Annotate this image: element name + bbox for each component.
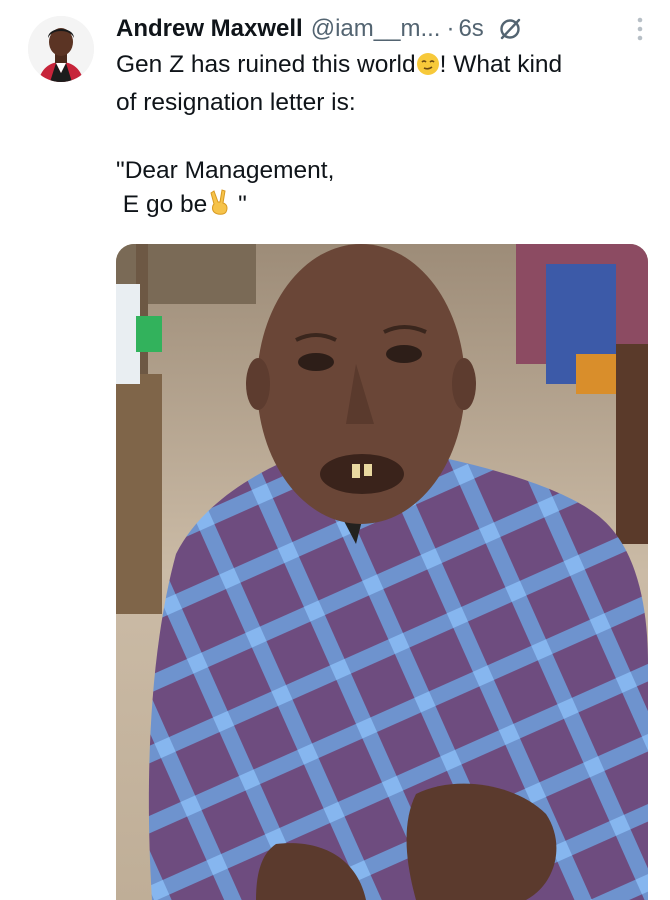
victory-hand-emoji — [207, 188, 231, 226]
quote-line-2: E go be " — [116, 188, 656, 226]
text-segment: ! What kind — [439, 51, 563, 78]
avatar[interactable] — [28, 16, 94, 82]
author-handle[interactable]: @iam__m... — [311, 15, 441, 43]
photo-man-plaid-shirt — [116, 244, 648, 900]
text-segment: " — [231, 191, 247, 218]
separator: · — [446, 15, 455, 42]
relieved-face-emoji — [416, 52, 440, 86]
timestamp[interactable]: 6s — [458, 15, 483, 43]
text-segment: E go be — [116, 191, 208, 218]
tweet-header: Andrew Maxwell @iam__m... · 6s — [116, 12, 652, 46]
quote-line-1: "Dear Management, — [116, 157, 335, 184]
text-line-2: of resignation letter is: — [116, 89, 356, 116]
text-line-1: Gen Z has ruined this world ! What kind — [116, 48, 656, 86]
text-segment: Gen Z has ruined this world — [116, 51, 416, 78]
more-options-icon[interactable] — [628, 14, 652, 44]
avatar-image — [28, 16, 94, 82]
tweet-text: Gen Z has ruined this world ! What kind o… — [116, 48, 656, 226]
tweet-media-photo[interactable] — [116, 244, 648, 900]
hidden-reply-icon[interactable] — [496, 15, 524, 43]
author-name[interactable]: Andrew Maxwell — [116, 15, 303, 43]
tweet[interactable]: Andrew Maxwell @iam__m... · 6s Gen Z has… — [0, 0, 670, 900]
